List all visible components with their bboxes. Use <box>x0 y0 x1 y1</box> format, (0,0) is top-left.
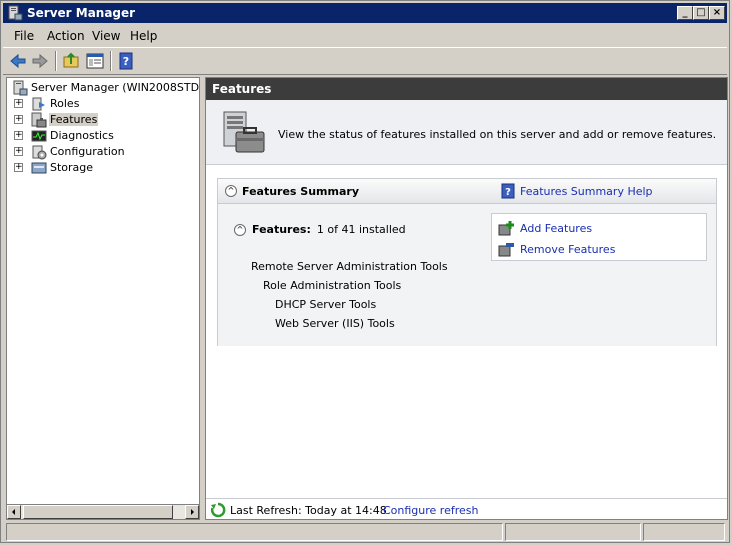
toolbar-separator <box>55 51 57 71</box>
installed-feature: Remote Server Administration Tools <box>251 260 448 273</box>
storage-icon <box>31 162 47 174</box>
status-cell <box>643 523 725 541</box>
status-cell <box>6 523 503 541</box>
scroll-thumb[interactable] <box>23 505 173 519</box>
add-features-icon <box>498 221 514 236</box>
features-server-icon <box>223 111 265 153</box>
scroll-right-icon <box>191 509 194 515</box>
scroll-right-button[interactable] <box>185 505 199 519</box>
features-summary-section: ^ Features Summary ? Features Summary He… <box>217 178 717 346</box>
scroll-left-button[interactable] <box>7 505 21 519</box>
server-manager-icon <box>13 80 28 96</box>
intro-banner: View the status of features installed on… <box>206 100 727 165</box>
svg-text:?: ? <box>505 187 511 198</box>
remove-features-link[interactable]: Remove Features <box>520 243 615 256</box>
summary-header: ^ Features Summary ? Features Summary He… <box>218 179 716 204</box>
tree-label-features: Features <box>49 113 99 126</box>
tree-label-diagnostics: Diagnostics <box>50 129 114 142</box>
collapse-features-button[interactable]: ^ <box>234 224 246 236</box>
toolbar: ? <box>3 47 727 75</box>
installed-feature: Role Administration Tools <box>263 279 402 292</box>
configuration-icon <box>32 145 47 160</box>
add-features-link[interactable]: Add Features <box>520 222 592 235</box>
console-tree: Server Manager (WIN2008STDR2X6 + Roles +… <box>6 77 200 520</box>
scroll-left-icon <box>12 509 15 515</box>
diagnostics-icon <box>31 130 47 142</box>
refresh-bar: Last Refresh: Today at 14:48 Configure r… <box>206 498 727 519</box>
expand-icon[interactable]: + <box>14 147 23 156</box>
title-bar[interactable]: Server Manager _ □ × <box>3 3 727 23</box>
features-icon <box>31 112 47 128</box>
tree-root-label: Server Manager (WIN2008STDR2X6 <box>31 81 200 94</box>
refresh-icon[interactable] <box>210 502 226 518</box>
up-folder-icon[interactable] <box>61 51 81 71</box>
svg-text:?: ? <box>123 55 129 68</box>
menu-bar: File Action View Help <box>3 25 727 47</box>
tree-item-storage[interactable]: + Storage <box>7 160 197 176</box>
remove-features-icon <box>498 243 514 257</box>
intro-description: View the status of features installed on… <box>278 128 717 141</box>
features-count: 1 of 41 installed <box>316 223 406 236</box>
features-count-line: Features: 1 of 41 installed <box>252 223 406 236</box>
installed-feature: Web Server (IIS) Tools <box>275 317 395 330</box>
tree-item-configuration[interactable]: + Configuration <box>7 144 197 160</box>
close-button[interactable]: × <box>709 6 725 20</box>
server-manager-window: Server Manager _ □ × File Action View He… <box>0 0 730 543</box>
configure-refresh-link[interactable]: Configure refresh <box>383 504 478 517</box>
tree-label-storage: Storage <box>50 161 94 174</box>
features-label: Features: <box>252 223 311 236</box>
status-cell <box>505 523 641 541</box>
summary-body: ^ Features: 1 of 41 installed Remote Serv… <box>218 204 716 346</box>
expand-icon[interactable]: + <box>14 99 23 108</box>
features-tasks-panel: Add Features Remove Features <box>491 213 707 261</box>
summary-title: Features Summary <box>242 185 359 198</box>
menu-file[interactable]: File <box>14 29 34 43</box>
forward-arrow-icon[interactable] <box>30 51 50 71</box>
help-icon[interactable]: ? <box>116 51 136 71</box>
tree-horizontal-scrollbar[interactable] <box>6 504 200 520</box>
tree-item-root[interactable]: Server Manager (WIN2008STDR2X6 <box>7 80 200 96</box>
back-arrow-icon[interactable] <box>8 51 28 71</box>
menu-help[interactable]: Help <box>130 29 157 43</box>
tree-label-roles: Roles <box>50 97 80 110</box>
roles-icon <box>32 97 45 111</box>
menu-view[interactable]: View <box>92 29 120 43</box>
pane-header: Features <box>206 78 727 100</box>
expand-icon[interactable]: + <box>14 163 23 172</box>
tree-label-configuration: Configuration <box>50 145 125 158</box>
status-bar <box>3 523 727 541</box>
server-manager-icon <box>8 5 23 21</box>
maximize-button[interactable]: □ <box>693 6 709 20</box>
features-summary-help-link[interactable]: Features Summary Help <box>520 185 653 198</box>
collapse-summary-button[interactable]: ^ <box>225 185 237 197</box>
window-title: Server Manager <box>27 6 136 20</box>
minimize-button[interactable]: _ <box>677 6 693 20</box>
expand-icon[interactable]: + <box>14 131 23 140</box>
features-pane: Features View the status of features ins… <box>205 77 728 520</box>
expand-icon[interactable]: + <box>14 115 23 124</box>
last-refresh-text: Last Refresh: Today at 14:48 <box>230 504 387 517</box>
help-book-icon: ? <box>501 183 515 199</box>
tree-item-features[interactable]: + Features <box>7 112 197 128</box>
tree-item-diagnostics[interactable]: + Diagnostics <box>7 128 197 144</box>
installed-feature: DHCP Server Tools <box>275 298 377 311</box>
pane-title: Features <box>212 82 272 96</box>
menu-action[interactable]: Action <box>47 29 85 43</box>
tree-item-roles[interactable]: + Roles <box>7 96 197 112</box>
show-hide-console-tree-icon[interactable] <box>85 51 105 71</box>
toolbar-separator <box>110 51 112 71</box>
